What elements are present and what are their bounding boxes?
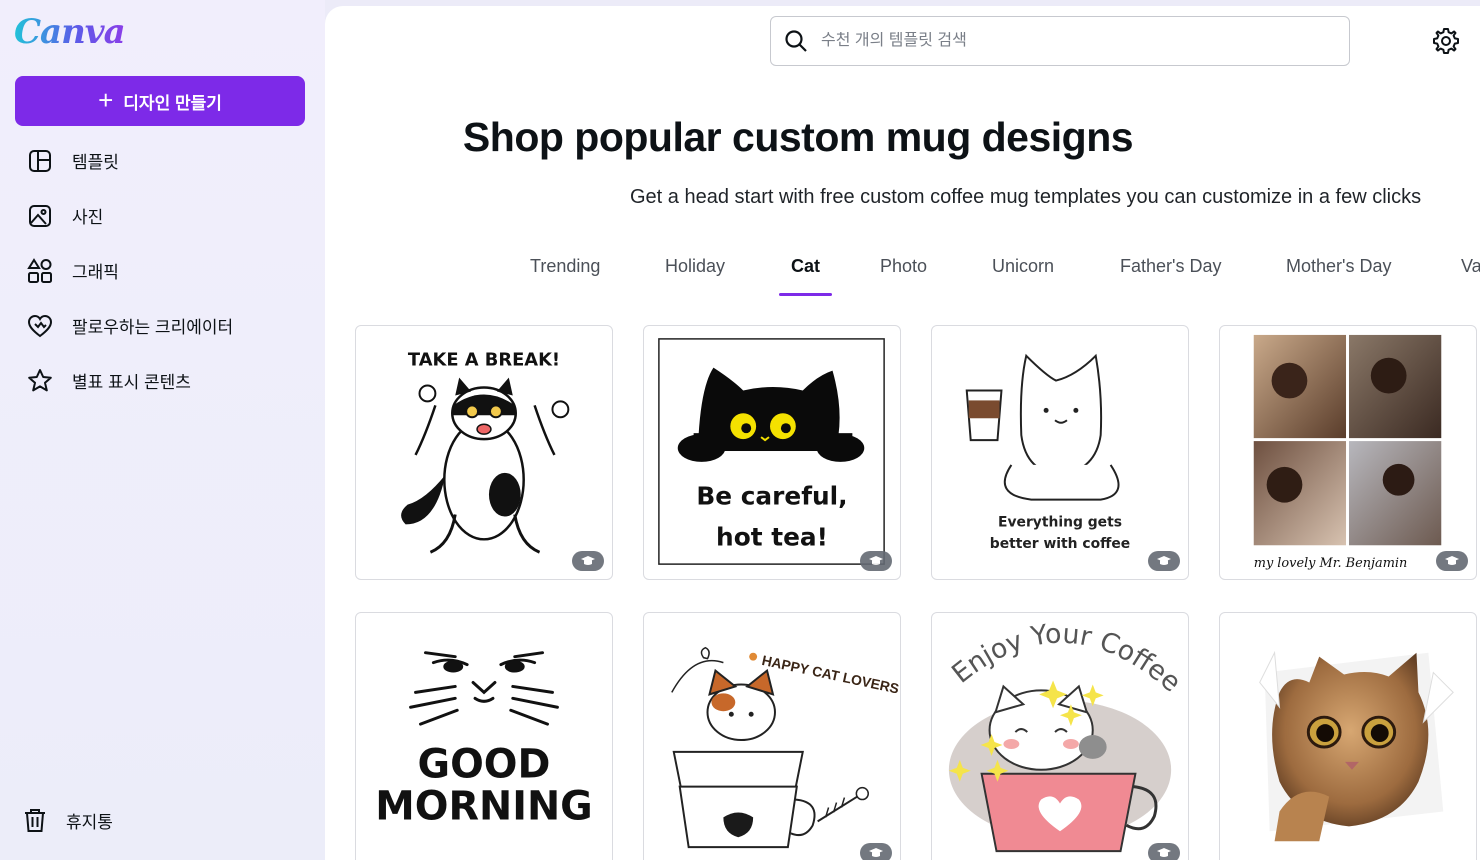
cat-coffee-illustration: Everything gets better with coffee [965, 353, 1130, 552]
photo-icon [29, 204, 51, 227]
heart-icon [27, 314, 53, 337]
main-content: Shop popular custom mug designs Get a he… [325, 6, 1480, 860]
tab-fathers-day[interactable]: Father's Day [1120, 256, 1221, 296]
template-card[interactable]: TAKE A BREAK! [355, 325, 613, 580]
star-icon [28, 368, 52, 391]
cat-peeking-illustration [1259, 650, 1454, 842]
sidebar-item-label: 그래픽 [72, 263, 119, 282]
graduation-cap-icon [1445, 556, 1459, 565]
create-design-button[interactable]: + 디자인 만들기 [15, 76, 305, 126]
card-text: better with coffee [990, 536, 1130, 552]
card-text: HAPPY CAT LOVERS [760, 652, 900, 697]
grumpy-cat-illustration: GOOD MORNING [375, 651, 593, 829]
sidebar-item-followed-creators[interactable]: 팔로우하는 크리에이터 [0, 298, 325, 353]
template-card[interactable]: HAPPY CAT LOVERS [643, 612, 901, 860]
sidebar-nav: 템플릿 사진 그래픽 팔로우하는 크리에이터 별표 표시 콘텐츠 [0, 133, 325, 408]
pro-badge [572, 551, 604, 571]
template-card[interactable]: Be careful, hot tea! [643, 325, 901, 580]
pro-badge [860, 551, 892, 571]
graduation-cap-icon [869, 848, 883, 857]
tab-va[interactable]: Va [1461, 256, 1480, 296]
card-text-arc: Enjoy Your Coffee [946, 619, 1186, 699]
shapes-icon [27, 257, 52, 283]
sidebar-item-starred[interactable]: 별표 표시 콘텐츠 [0, 353, 325, 408]
graduation-cap-icon [869, 556, 883, 565]
tab-cat[interactable]: Cat [778, 256, 833, 296]
search-bar[interactable] [770, 16, 1350, 66]
search-input[interactable] [821, 32, 1301, 50]
card-text: hot tea! [716, 522, 828, 551]
card-text: MORNING [375, 783, 592, 829]
cat-in-cups-illustration: HAPPY CAT LOVERS [671, 646, 900, 849]
search-icon [785, 30, 807, 52]
canva-logo[interactable]: Canva [14, 12, 126, 52]
card-text: GOOD [418, 742, 551, 788]
sidebar: Canva + 디자인 만들기 템플릿 사진 그래픽 팔로우하는 크리에이터 별… [0, 0, 325, 860]
sidebar-item-templates[interactable]: 템플릿 [0, 133, 325, 188]
pro-badge [1148, 843, 1180, 860]
pro-badge [1148, 551, 1180, 571]
graduation-cap-icon [1157, 848, 1171, 857]
tab-mothers-day[interactable]: Mother's Day [1286, 256, 1391, 296]
template-icon [29, 149, 51, 172]
sidebar-item-photos[interactable]: 사진 [0, 188, 325, 243]
trash-label: 휴지통 [66, 812, 113, 832]
tab-trending[interactable]: Trending [530, 256, 600, 296]
template-card[interactable]: my lovely Mr. Benjamin [1219, 325, 1477, 580]
card-text: Everything gets [998, 514, 1122, 530]
card-text: Enjoy Your Coffee [946, 619, 1186, 699]
sidebar-item-label: 팔로우하는 크리에이터 [72, 318, 234, 337]
gear-icon[interactable] [1431, 26, 1461, 56]
card-text: my lovely Mr. Benjamin [1254, 556, 1408, 571]
trash-icon [25, 809, 45, 832]
sidebar-item-label: 별표 표시 콘텐츠 [72, 373, 191, 392]
trash-button[interactable]: 휴지통 [22, 803, 113, 837]
page-title: Shop popular custom mug designs [462, 114, 1134, 160]
pro-badge [1436, 551, 1468, 571]
tab-holiday[interactable]: Holiday [665, 256, 725, 296]
photo-collage: my lovely Mr. Benjamin [1253, 334, 1442, 571]
template-card[interactable]: Enjoy Your Coffee [931, 612, 1189, 860]
page-subtitle: Get a head start with free custom coffee… [630, 186, 1422, 208]
graduation-cap-icon [581, 556, 595, 565]
create-design-label: 디자인 만들기 [123, 93, 222, 113]
template-card[interactable]: GOOD MORNING [355, 612, 613, 860]
card-text: TAKE A BREAK! [408, 350, 560, 371]
template-card[interactable] [1219, 612, 1477, 860]
sidebar-item-label: 템플릿 [72, 153, 119, 172]
tab-unicorn[interactable]: Unicorn [992, 256, 1054, 296]
graduation-cap-icon [1157, 556, 1171, 565]
category-tabs: Trending Holiday Cat Photo Unicorn Fathe… [325, 256, 1480, 296]
cat-illustration: TAKE A BREAK! [401, 350, 570, 554]
card-text: Be careful, [696, 482, 847, 511]
pro-badge [860, 843, 892, 860]
template-card[interactable]: Everything gets better with coffee [931, 325, 1189, 580]
sidebar-item-graphics[interactable]: 그래픽 [0, 243, 325, 298]
plus-icon: + [98, 85, 114, 115]
cat-pink-cup-illustration: Enjoy Your Coffee [946, 619, 1187, 853]
tab-photo[interactable]: Photo [880, 256, 927, 296]
black-cat-illustration: Be careful, hot tea! [658, 338, 885, 565]
sidebar-item-label: 사진 [72, 208, 104, 227]
